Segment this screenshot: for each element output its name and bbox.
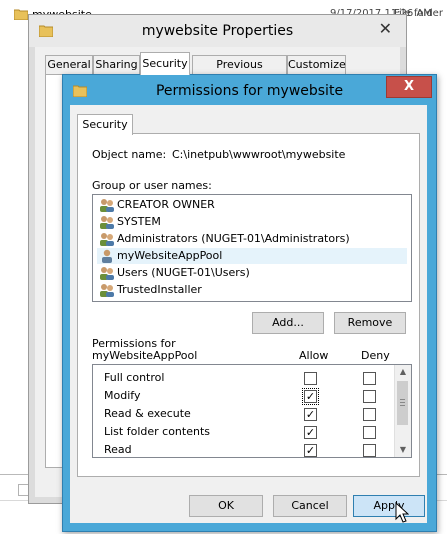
- table-row: List folder contents ✓: [93, 423, 393, 441]
- list-item[interactable]: SYSTEM: [97, 214, 407, 230]
- permissions-title: Permissions for mywebsite: [155, 83, 344, 99]
- close-button[interactable]: X: [386, 76, 432, 98]
- object-name-label: Object name:: [92, 148, 167, 161]
- scroll-down-icon[interactable]: ▼: [395, 443, 411, 457]
- tab-security[interactable]: Security: [140, 52, 190, 75]
- mouse-cursor-icon: [395, 501, 410, 527]
- security-panel: Object name: C:\inetpub\wwwroot\mywebsit…: [77, 133, 420, 477]
- tab-sharing[interactable]: Sharing: [93, 55, 140, 74]
- grip-line: [400, 399, 405, 400]
- permission-name: Read & execute: [104, 407, 191, 420]
- allow-checkbox[interactable]: ✓: [304, 426, 317, 439]
- deny-checkbox[interactable]: [363, 426, 376, 439]
- deny-checkbox[interactable]: [363, 372, 376, 385]
- close-icon: X: [403, 79, 415, 94]
- permission-name: Read: [104, 443, 132, 456]
- apply-button[interactable]: Apply: [353, 495, 425, 517]
- add-button[interactable]: Add...: [252, 312, 324, 334]
- permissions-for-user-label: myWebsiteAppPool: [92, 349, 198, 362]
- remove-button[interactable]: Remove: [334, 312, 406, 334]
- users-list[interactable]: CREATOR OWNER SYSTEM Administrators (NUG…: [92, 194, 412, 302]
- folder-icon: [13, 8, 29, 23]
- object-name-value: C:\inetpub\wwwroot\mywebsite: [172, 148, 346, 161]
- permissions-client: Security Object name: C:\inetpub\wwwroot…: [70, 105, 427, 523]
- list-item[interactable]: CREATOR OWNER: [97, 197, 407, 213]
- permission-name: Full control: [104, 371, 165, 384]
- scrollbar-thumb[interactable]: [397, 381, 408, 425]
- user-name: Administrators (NUGET-01\Administrators): [117, 232, 350, 245]
- tab-security[interactable]: Security: [77, 114, 133, 135]
- cancel-button[interactable]: Cancel: [273, 495, 347, 517]
- properties-titlebar[interactable]: mywebsite Properties ✕: [29, 15, 406, 47]
- table-row: Modify ✓: [93, 387, 393, 405]
- allow-checkbox[interactable]: [304, 372, 317, 385]
- grip-line: [400, 402, 405, 403]
- tab-customize[interactable]: Customize: [287, 55, 346, 74]
- permissions-table: Full control Modify ✓ Read & execute ✓ L…: [92, 364, 412, 458]
- list-item[interactable]: TrustedInstaller: [97, 282, 407, 298]
- list-item[interactable]: Administrators (NUGET-01\Administrators): [97, 231, 407, 247]
- deny-checkbox[interactable]: [363, 408, 376, 421]
- tab-previous-versions[interactable]: Previous Versions: [192, 55, 287, 89]
- table-row: Read & execute ✓: [93, 405, 393, 423]
- user-name: TrustedInstaller: [117, 283, 202, 296]
- permissions-scrollbar[interactable]: ▲ ▼: [394, 365, 411, 457]
- allow-checkbox[interactable]: ✓: [304, 408, 317, 421]
- permission-name: List folder contents: [104, 425, 210, 438]
- group-names-label: Group or user names:: [92, 179, 212, 192]
- user-name: SYSTEM: [117, 215, 161, 228]
- allow-checkbox[interactable]: ✓: [302, 388, 319, 405]
- grip-line: [400, 405, 405, 406]
- deny-column-header: Deny: [361, 349, 390, 362]
- users-group-icon: [99, 283, 115, 302]
- table-row: Read ✓: [93, 441, 393, 457]
- list-item[interactable]: Users (NUGET-01\Users): [97, 265, 407, 281]
- user-name: Users (NUGET-01\Users): [117, 266, 250, 279]
- table-row: Full control: [93, 369, 393, 387]
- permissions-titlebar[interactable]: Permissions for mywebsite X: [63, 75, 436, 105]
- deny-checkbox[interactable]: [363, 390, 376, 403]
- permissions-dialog: Permissions for mywebsite X Security Obj…: [62, 74, 437, 532]
- allow-checkbox[interactable]: ✓: [304, 444, 317, 457]
- user-name: myWebsiteAppPool: [117, 249, 223, 262]
- permission-name: Modify: [104, 389, 141, 402]
- tab-general[interactable]: General: [45, 55, 93, 74]
- list-item-selected[interactable]: myWebsiteAppPool: [97, 248, 407, 264]
- properties-title: mywebsite Properties: [141, 23, 294, 39]
- user-name: CREATOR OWNER: [117, 198, 215, 211]
- deny-checkbox[interactable]: [363, 444, 376, 457]
- allow-column-header: Allow: [299, 349, 329, 362]
- close-icon[interactable]: ✕: [379, 19, 392, 38]
- ok-button[interactable]: OK: [189, 495, 263, 517]
- scroll-up-icon[interactable]: ▲: [395, 365, 411, 379]
